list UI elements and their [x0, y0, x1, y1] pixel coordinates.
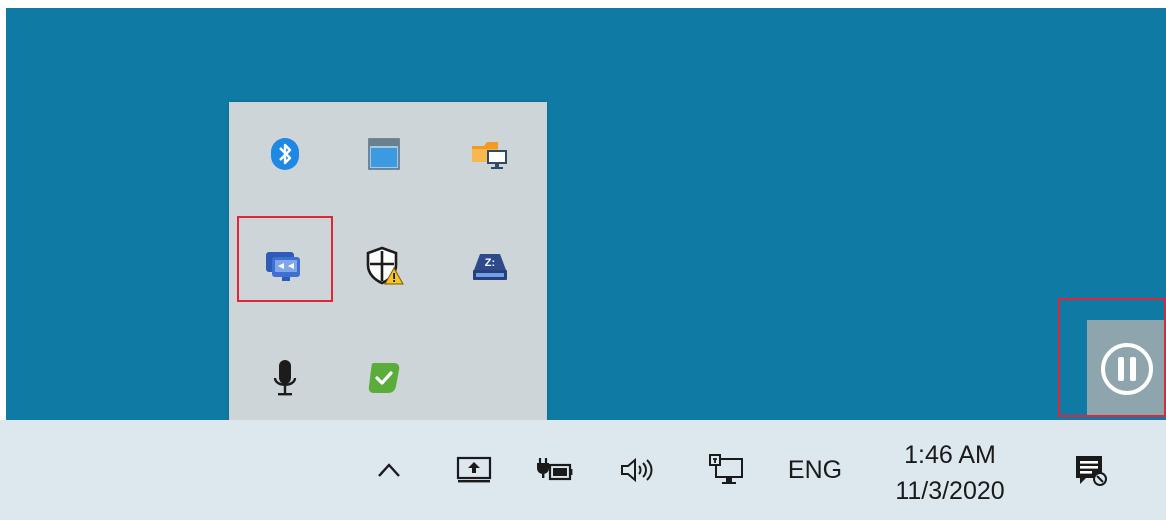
tray-overflow-panel: Z:	[229, 102, 547, 420]
window-app-icon[interactable]	[336, 114, 432, 194]
battery-charging-icon[interactable]	[526, 440, 582, 500]
folder-network-icon[interactable]	[442, 114, 538, 194]
green-check-icon[interactable]	[336, 338, 432, 418]
clock-date: 11/3/2020	[895, 477, 1005, 505]
network-ethernet-icon[interactable]	[698, 440, 754, 500]
chevron-up-icon[interactable]	[364, 440, 414, 500]
screen: Z: ENG 1:46 AM 11/3/2020	[0, 0, 1166, 520]
language-indicator[interactable]: ENG	[780, 440, 850, 500]
project-display-icon[interactable]	[446, 440, 502, 500]
remote-desktop-icon[interactable]	[237, 226, 333, 306]
bluetooth-icon[interactable]	[237, 114, 333, 194]
taskbar: ENG 1:46 AM 11/3/2020	[0, 420, 1166, 520]
volume-icon[interactable]	[610, 440, 666, 500]
clock-time: 1:46 AM	[904, 441, 996, 469]
network-drive-icon[interactable]: Z:	[442, 226, 538, 306]
desktop-background	[6, 8, 1166, 420]
action-center-icon[interactable]	[1062, 440, 1118, 500]
pause-icon	[1101, 342, 1153, 395]
pause-widget[interactable]	[1087, 320, 1166, 417]
clock[interactable]: 1:46 AM 11/3/2020	[870, 432, 1030, 514]
microphone-icon[interactable]	[237, 338, 333, 418]
security-warning-icon[interactable]	[336, 226, 432, 306]
svg-text:Z:: Z:	[485, 257, 495, 269]
